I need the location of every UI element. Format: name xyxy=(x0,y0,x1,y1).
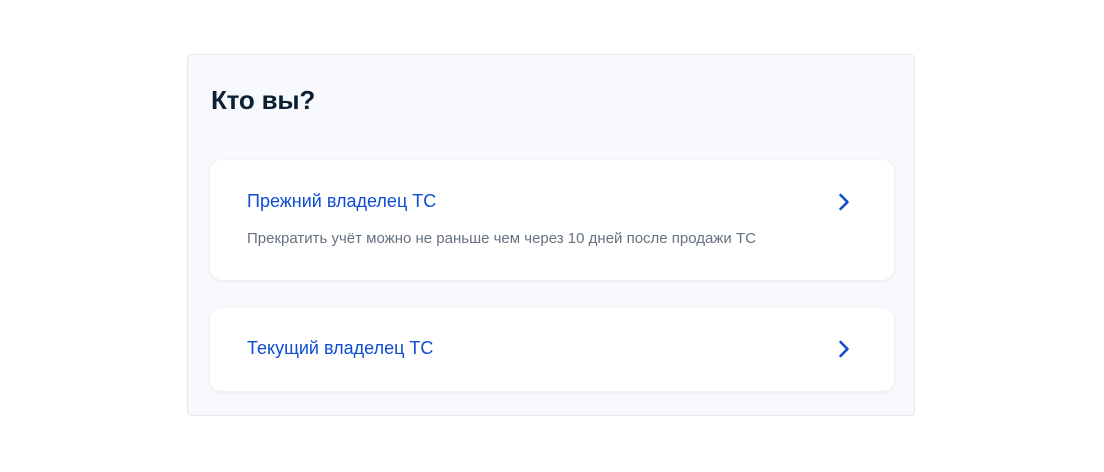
option-current-owner[interactable]: Текущий владелец ТС xyxy=(210,308,894,391)
who-are-you-panel: Кто вы? Прежний владелец ТС Прекратить у… xyxy=(187,54,915,416)
option-previous-owner[interactable]: Прежний владелец ТС Прекратить учёт можн… xyxy=(210,160,894,280)
page-title: Кто вы? xyxy=(211,85,316,115)
option-previous-owner-description: Прекратить учёт можно не раньше чем чере… xyxy=(247,230,756,247)
option-current-owner-label: Текущий владелец ТС xyxy=(247,338,434,358)
chevron-right-icon xyxy=(839,193,849,211)
chevron-right-icon xyxy=(839,340,849,358)
option-previous-owner-label: Прежний владелец ТС xyxy=(247,191,437,211)
